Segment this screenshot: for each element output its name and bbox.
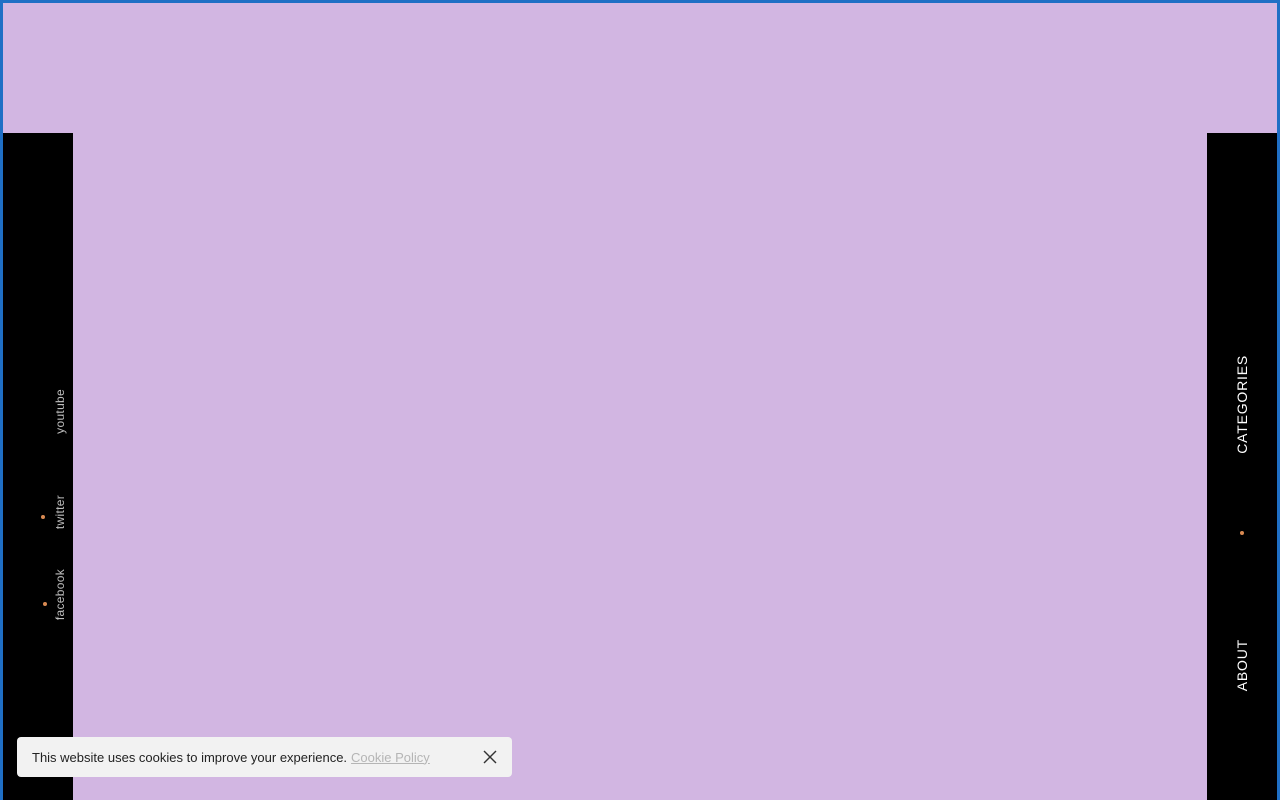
- left-social-rail: youtube twitter facebook: [3, 133, 73, 800]
- categories-nav-link[interactable]: CATEGORIES: [1234, 355, 1250, 454]
- cookie-banner: This website uses cookies to improve you…: [17, 737, 512, 777]
- separator-dot: [43, 602, 47, 606]
- right-nav-rail: CATEGORIES ABOUT: [1207, 133, 1277, 800]
- cookie-message: This website uses cookies to improve you…: [32, 749, 348, 765]
- separator-dot: [1240, 531, 1244, 535]
- youtube-link[interactable]: youtube: [53, 389, 67, 434]
- close-icon[interactable]: [482, 749, 498, 765]
- facebook-link[interactable]: facebook: [53, 569, 67, 620]
- separator-dot: [41, 515, 45, 519]
- about-nav-link[interactable]: ABOUT: [1234, 639, 1250, 691]
- cookie-policy-link[interactable]: Cookie Policy: [351, 750, 430, 765]
- twitter-link[interactable]: twitter: [53, 495, 67, 529]
- page-frame: youtube twitter facebook CATEGORIES ABOU…: [0, 0, 1280, 800]
